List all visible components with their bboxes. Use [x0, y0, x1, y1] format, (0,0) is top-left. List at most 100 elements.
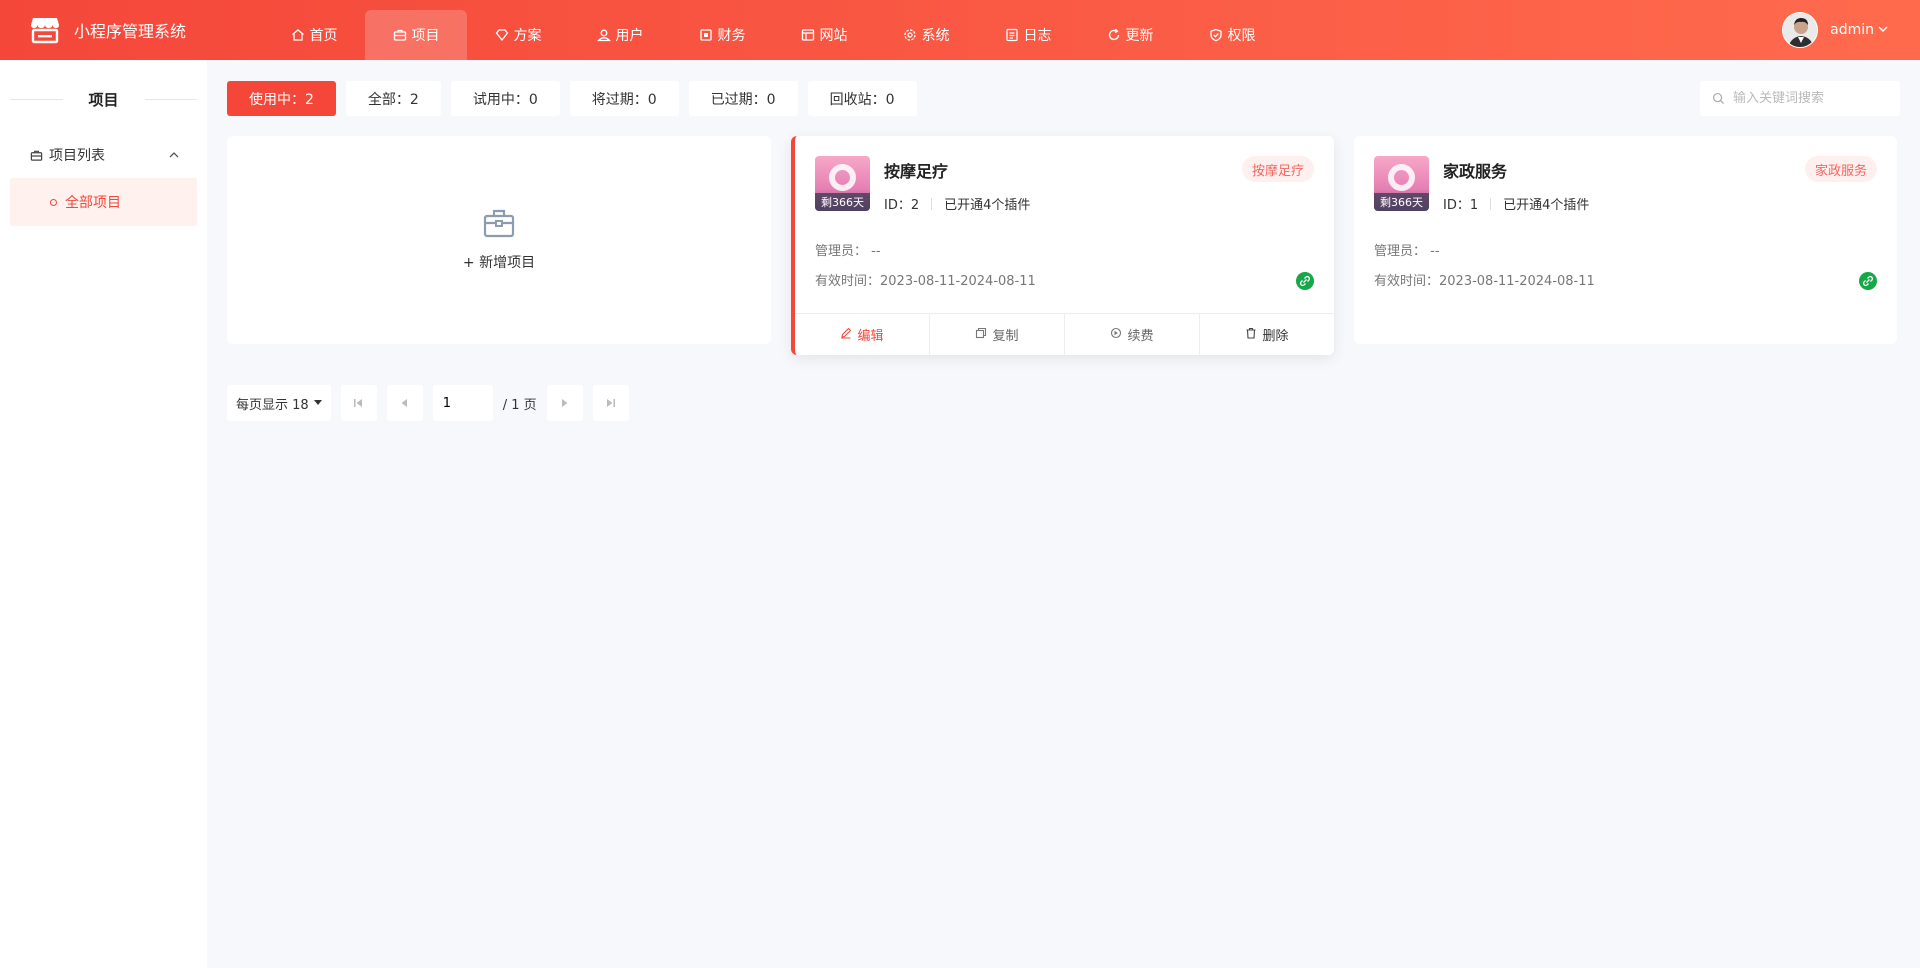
page-number-input[interactable]: [432, 385, 493, 421]
last-page-icon: [606, 399, 616, 407]
search-box: [1700, 81, 1900, 116]
project-logo: 剩366天: [815, 156, 870, 211]
briefcase-icon: [30, 149, 43, 162]
copy-label: 复制: [992, 329, 1019, 344]
nav-update[interactable]: 更新: [1079, 10, 1181, 60]
nav-label: 用户: [615, 28, 644, 44]
project-id: ID：1: [1443, 198, 1479, 213]
main-nav: 首页 项目 方案 用户 财务 网站 系统 日志 更新 权限: [263, 10, 1283, 60]
nav-system[interactable]: 系统: [875, 10, 977, 60]
category-tag: 家政服务: [1804, 156, 1877, 182]
circle-icon: [50, 198, 57, 206]
pagination: 每页显示 18 / 1 页: [227, 385, 639, 421]
nav-user[interactable]: 用户: [569, 10, 671, 60]
home-icon: [291, 28, 305, 42]
filter-in-use[interactable]: 使用中：2: [227, 81, 336, 116]
link-icon[interactable]: [1296, 272, 1314, 290]
filter-expiring[interactable]: 将过期：0: [569, 81, 679, 116]
nav-label: 首页: [309, 28, 338, 44]
project-card[interactable]: 剩366天 家政服务 ID：1 已开通4个插件 家政服务 管理员： -- 有效时…: [1354, 136, 1897, 344]
store-icon: [30, 16, 60, 44]
days-remaining: 剩366天: [815, 193, 870, 211]
nav-home[interactable]: 首页: [263, 10, 365, 60]
chevron-down-icon: [1878, 25, 1888, 36]
shield-icon: [1209, 28, 1223, 42]
sidebar-heading: 项目: [10, 88, 198, 110]
user-menu[interactable]: admin: [1782, 12, 1888, 48]
next-page-icon: [561, 399, 568, 407]
nav-label: 系统: [921, 28, 950, 44]
brand[interactable]: 小程序管理系统: [30, 0, 186, 60]
last-page-button[interactable]: [592, 385, 629, 421]
valid-period: 有效时间：2023-08-11-2024-08-11: [1374, 274, 1595, 289]
project-meta: ID：1 已开通4个插件: [1443, 194, 1589, 213]
briefcase-icon: [483, 208, 515, 238]
page-size-select[interactable]: 每页显示 18: [227, 385, 331, 421]
edit-label: 编辑: [857, 329, 884, 344]
add-project-label: + 新增项目: [462, 255, 536, 271]
nav-label: 网站: [819, 28, 848, 44]
total-pages: / 1 页: [502, 397, 537, 413]
copy-button[interactable]: 复制: [930, 314, 1065, 355]
pencil-icon: [840, 327, 852, 342]
manager-info: 管理员： --: [815, 244, 881, 259]
renew-label: 续费: [1127, 329, 1154, 344]
prev-page-button[interactable]: [386, 385, 423, 421]
nav-permission[interactable]: 权限: [1181, 10, 1283, 60]
nav-label: 财务: [717, 28, 746, 44]
app-title: 小程序管理系统: [74, 22, 187, 41]
add-project-card[interactable]: + 新增项目: [227, 136, 771, 344]
caret-down-icon: [313, 400, 322, 406]
search-input[interactable]: [1733, 91, 1893, 106]
trash-icon: [1245, 327, 1257, 342]
nav-plan[interactable]: 方案: [467, 10, 569, 60]
top-bar: 小程序管理系统 首页 项目 方案 用户 财务 网站 系统 日志 更新 权限 ad…: [0, 0, 1920, 60]
sidebar-group-label: 项目列表: [49, 148, 105, 164]
log-icon: [1005, 28, 1019, 42]
prev-page-icon: [401, 399, 408, 407]
nav-label: 权限: [1227, 28, 1256, 44]
divider: [144, 98, 198, 100]
manager-info: 管理员： --: [1374, 244, 1440, 259]
filter-recycle-bin[interactable]: 回收站：0: [807, 81, 917, 116]
copy-icon: [975, 327, 987, 342]
user-icon: [596, 28, 611, 42]
lifebuoy-icon: [1388, 164, 1415, 191]
briefcase-icon: [393, 28, 407, 42]
status-filter-tabs: 使用中：2 全部：2 试用中：0 将过期：0 已过期：0 回收站：0: [227, 81, 917, 116]
sidebar-group-project-list[interactable]: 项目列表: [10, 140, 197, 170]
edit-button[interactable]: 编辑: [795, 314, 930, 355]
renew-button[interactable]: 续费: [1065, 314, 1200, 355]
project-name: 家政服务: [1443, 162, 1508, 181]
project-id: ID：2: [884, 198, 920, 213]
next-page-button[interactable]: [546, 385, 583, 421]
nav-log[interactable]: 日志: [977, 10, 1079, 60]
link-icon[interactable]: [1859, 272, 1877, 290]
valid-period: 有效时间：2023-08-11-2024-08-11: [815, 274, 1036, 289]
category-tag: 按摩足疗: [1241, 156, 1314, 182]
sidebar-item-all-projects[interactable]: 全部项目: [10, 178, 197, 226]
delete-button[interactable]: 删除: [1200, 314, 1334, 355]
first-page-icon: [354, 399, 363, 407]
diamond-icon: [495, 28, 509, 42]
avatar: [1782, 12, 1819, 48]
filter-trial[interactable]: 试用中：0: [450, 81, 560, 116]
delete-label: 删除: [1262, 329, 1289, 344]
project-name: 按摩足疗: [884, 162, 949, 181]
project-meta: ID：2 已开通4个插件: [884, 194, 1030, 213]
nav-website[interactable]: 网站: [773, 10, 875, 60]
sidebar-item-label: 全部项目: [65, 195, 121, 211]
filter-expired[interactable]: 已过期：0: [688, 81, 798, 116]
sidebar: 项目 项目列表 全部项目: [0, 60, 207, 968]
filter-all[interactable]: 全部：2: [345, 81, 441, 116]
page-size-label: 每页显示 18: [236, 397, 309, 413]
divider: [931, 197, 933, 210]
nav-finance[interactable]: 财务: [671, 10, 773, 60]
first-page-button[interactable]: [340, 385, 377, 421]
project-card[interactable]: 剩366天 按摩足疗 ID：2 已开通4个插件 按摩足疗 管理员： -- 有效时…: [791, 136, 1334, 355]
nav-project[interactable]: 项目: [365, 10, 467, 60]
divider: [10, 98, 63, 100]
project-logo: 剩366天: [1374, 156, 1429, 211]
username: admin: [1830, 22, 1874, 38]
chevron-up-icon: [169, 149, 179, 162]
